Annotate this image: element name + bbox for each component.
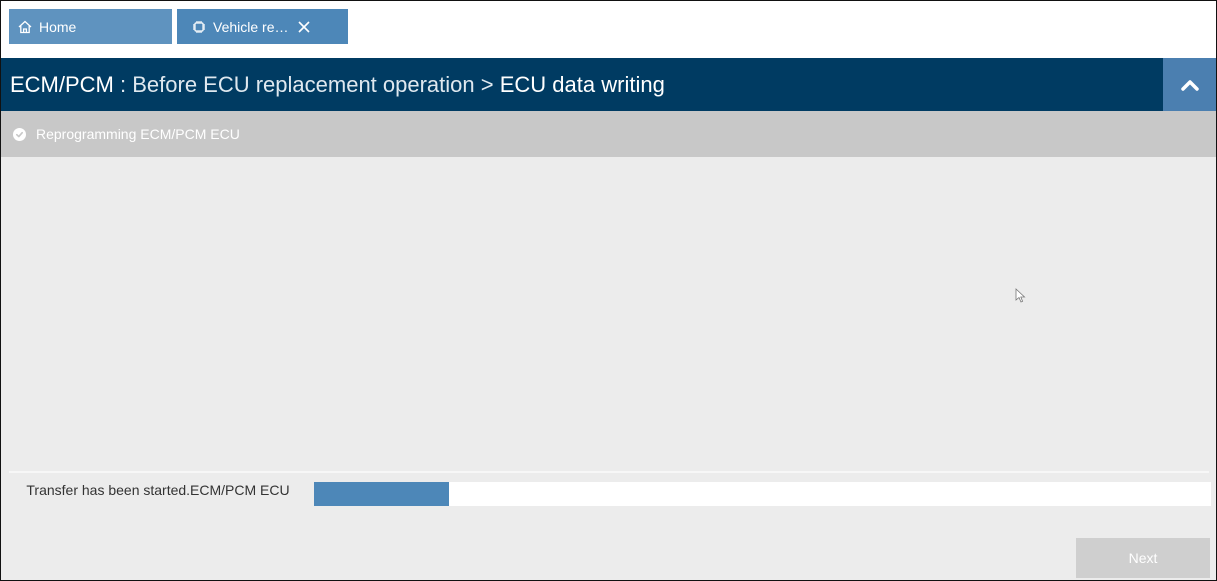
chevron-up-icon xyxy=(1180,79,1199,91)
tab-vehicle-label: Vehicle re… xyxy=(213,18,289,35)
content-area xyxy=(1,157,1216,470)
breadcrumb-arrow: > xyxy=(474,71,500,97)
mouse-pointer-icon xyxy=(1015,288,1026,303)
home-icon xyxy=(17,19,33,35)
step-label: Reprogramming ECM/PCM ECU xyxy=(36,126,240,142)
progress-status: Transfer has been started.ECM/PCM ECU xyxy=(26,482,290,498)
app-window: Home Vehicle re… ECM/PCM : Before ECU re… xyxy=(0,0,1217,581)
next-button[interactable]: Next xyxy=(1076,538,1210,578)
step-bar: Reprogramming ECM/PCM ECU xyxy=(1,111,1216,157)
breadcrumb-system: ECM/PCM xyxy=(10,71,114,97)
tab-vehicle[interactable]: Vehicle re… xyxy=(177,9,348,44)
close-icon[interactable] xyxy=(296,19,312,35)
breadcrumb: ECM/PCM : Before ECU replacement operati… xyxy=(10,72,665,98)
breadcrumb-step: ECU data writing xyxy=(499,71,665,97)
tab-home-label: Home xyxy=(39,18,77,35)
breadcrumb-operation: Before ECU replacement operation xyxy=(132,71,475,97)
tab-home[interactable]: Home xyxy=(9,9,172,44)
breadcrumb-separator: : xyxy=(113,71,133,97)
page-header: ECM/PCM : Before ECU replacement operati… xyxy=(1,58,1216,111)
chip-icon xyxy=(191,19,207,35)
collapse-button[interactable] xyxy=(1163,58,1216,111)
progress-fill xyxy=(314,482,449,506)
divider xyxy=(9,471,1209,473)
progress-bar xyxy=(314,482,1211,506)
check-circle-icon xyxy=(13,127,26,141)
tab-bar: Home Vehicle re… xyxy=(1,1,1216,58)
